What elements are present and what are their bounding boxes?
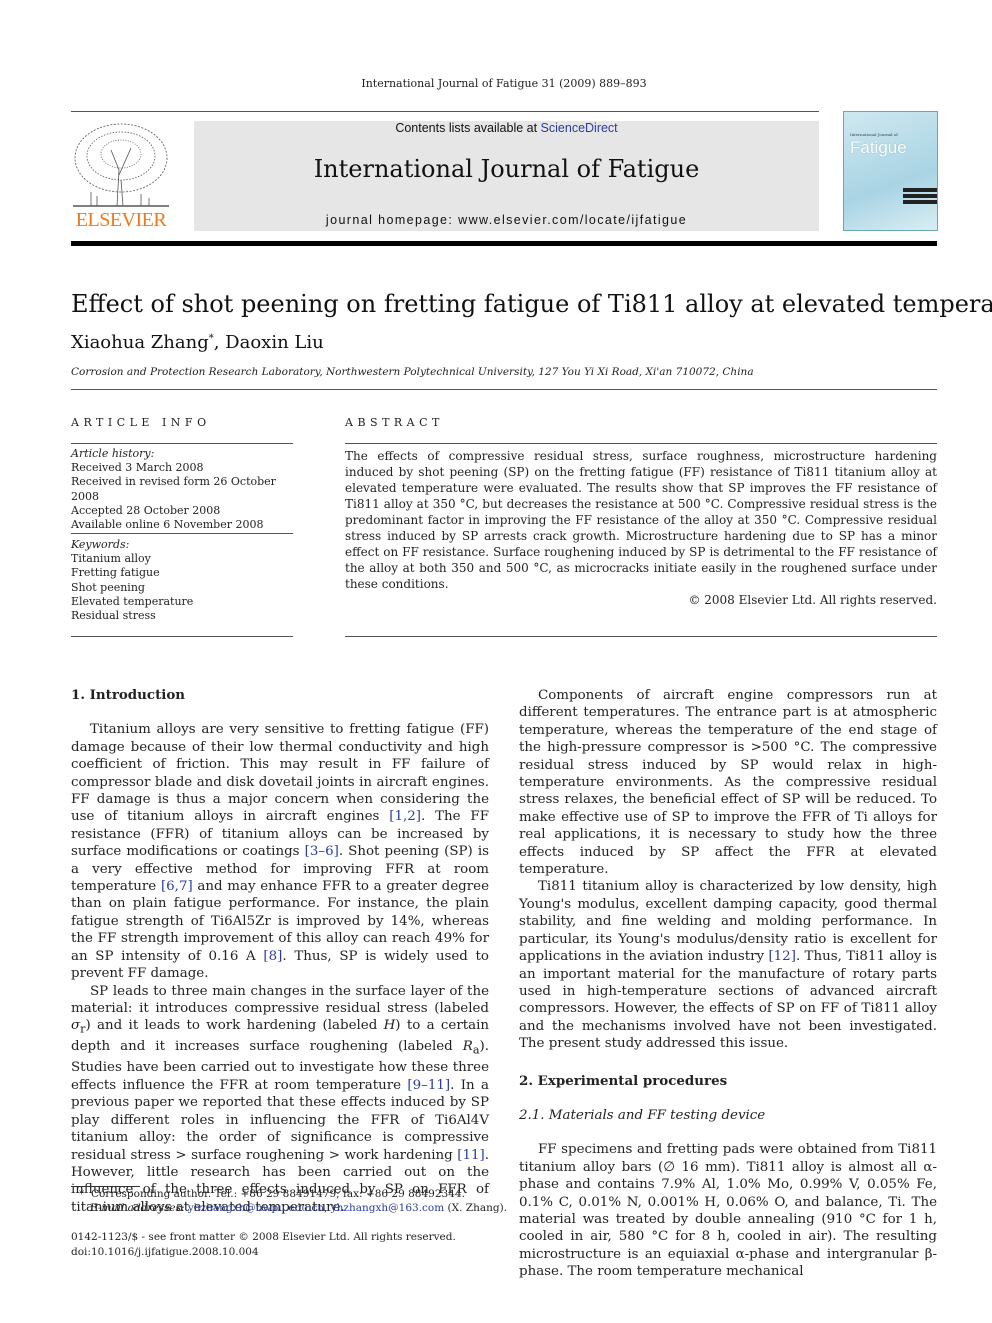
- text-segment: SP leads to three main changes in the su…: [71, 983, 489, 1016]
- front-matter: 0142-1123/$ - see front matter © 2008 El…: [71, 1230, 456, 1259]
- keywords: Keywords: Titanium alloy Fretting fatigue…: [71, 538, 293, 623]
- citation-link[interactable]: [3–6]: [305, 844, 339, 859]
- text-segment: . Thus, Ti811 alloy is an important mate…: [519, 949, 937, 1052]
- divider: [71, 636, 293, 637]
- history-item: Received 3 March 2008: [71, 461, 204, 475]
- journal-banner: Contents lists available at ScienceDirec…: [194, 121, 819, 231]
- header-bar: [71, 241, 937, 246]
- divider: [345, 636, 937, 637]
- keyword-item: Titanium alloy: [71, 552, 151, 566]
- abstract-copyright: © 2008 Elsevier Ltd. All rights reserved…: [688, 593, 937, 607]
- footnote-text: Corresponding author. Tel.: +86 29 88491…: [90, 1188, 465, 1200]
- email-link[interactable]: yhzhangxh@nwpu.edu.cn: [188, 1202, 324, 1214]
- text-segment: Components of aircraft engine compressor…: [519, 688, 937, 878]
- email-separator: ,: [324, 1202, 331, 1214]
- subscript: a: [472, 1044, 480, 1058]
- math-symbol: σ: [71, 1018, 81, 1034]
- contents-prefix: Contents lists available at: [395, 121, 541, 135]
- journal-title: International Journal of Fatigue: [313, 155, 700, 183]
- citation-link[interactable]: [12]: [768, 949, 796, 964]
- citation-link[interactable]: [11]: [457, 1148, 485, 1163]
- email-owner: (X. Zhang).: [444, 1202, 508, 1214]
- keywords-label: Keywords:: [71, 538, 130, 551]
- article-info-heading: ARTICLE INFO: [71, 416, 211, 429]
- abstract-text: The effects of compressive residual stre…: [345, 449, 937, 591]
- keyword-item: Shot peening: [71, 580, 145, 594]
- text-segment: 1. Introduction: [71, 687, 186, 703]
- journal-homepage[interactable]: journal homepage: www.elsevier.com/locat…: [194, 213, 819, 227]
- body-left-column: 1. Introduction Titanium alloys are very …: [71, 687, 489, 1216]
- text-segment: ) and it leads to work hardening (labele…: [85, 1018, 384, 1034]
- email-label: E-mail addresses:: [90, 1202, 185, 1214]
- body-paragraph: Ti811 titanium alloy is characterized by…: [519, 878, 937, 1052]
- body-paragraph: Components of aircraft engine compressor…: [519, 687, 937, 878]
- divider: [71, 389, 937, 390]
- history-item: Available online 6 November 2008: [71, 518, 264, 532]
- text-segment: 2. Experimental procedures: [519, 1072, 728, 1089]
- tree-icon: [73, 123, 169, 207]
- divider: [71, 111, 819, 112]
- divider: [71, 533, 293, 534]
- abstract: The effects of compressive residual stre…: [345, 448, 937, 608]
- subsection-heading: 2.1. Materials and FF testing device: [519, 1107, 937, 1124]
- authors: Xiaohua Zhang*, Daoxin Liu: [71, 332, 324, 353]
- author-2[interactable]: , Daoxin Liu: [214, 332, 324, 353]
- elsevier-logo: ELSEVIER: [71, 120, 171, 232]
- footnote: * Corresponding author. Tel.: +86 29 884…: [71, 1187, 507, 1215]
- journal-reference: International Journal of Fatigue 31 (200…: [361, 77, 647, 90]
- footnote-mark: *: [79, 1188, 85, 1200]
- body-paragraph: SP leads to three main changes in the su…: [71, 983, 489, 1217]
- doi[interactable]: doi:10.1016/j.ijfatigue.2008.10.004: [71, 1245, 456, 1260]
- citation-link[interactable]: [6,7]: [161, 879, 193, 894]
- math-symbol: R: [462, 1039, 473, 1055]
- issn-line: 0142-1123/$ - see front matter © 2008 El…: [71, 1231, 456, 1243]
- keyword-item: Residual stress: [71, 609, 156, 623]
- journal-cover: International Journal of Fatigue: [843, 111, 938, 231]
- history-label: Article history:: [71, 447, 155, 460]
- keyword-item: Fretting fatigue: [71, 566, 160, 580]
- history-item: Received in revised form 26 October 2008: [71, 475, 276, 503]
- email-link[interactable]: yhzhangxh@163.com: [331, 1202, 444, 1214]
- sciencedirect-link[interactable]: ScienceDirect: [541, 121, 618, 135]
- divider: [345, 443, 937, 444]
- body-right-column: Components of aircraft engine compressor…: [519, 687, 937, 1281]
- abstract-heading: ABSTRACT: [345, 416, 444, 429]
- body-paragraph: Titanium alloys are very sensitive to fr…: [71, 721, 489, 982]
- keyword-item: Elevated temperature: [71, 594, 194, 608]
- citation-link[interactable]: [9–11]: [407, 1078, 450, 1093]
- math-symbol: H: [383, 1018, 396, 1034]
- text-segment: 2.1. Materials and FF testing device: [519, 1107, 766, 1123]
- text-segment: FF specimens and fretting pads were obta…: [519, 1142, 937, 1280]
- article-title: Effect of shot peening on fretting fatig…: [71, 290, 992, 318]
- history-item: Accepted 28 October 2008: [71, 503, 221, 517]
- citation-link[interactable]: [1,2]: [389, 809, 421, 824]
- author-1[interactable]: Xiaohua Zhang: [71, 332, 209, 353]
- contents-line: Contents lists available at ScienceDirec…: [194, 121, 819, 135]
- body-paragraph: FF specimens and fretting pads were obta…: [519, 1141, 937, 1280]
- paper-page: International Journal of Fatigue 31 (200…: [0, 0, 992, 1323]
- article-history: Article history: Received 3 March 2008 Re…: [71, 447, 293, 532]
- citation-link[interactable]: [8]: [263, 949, 282, 964]
- elsevier-wordmark: ELSEVIER: [75, 209, 167, 231]
- section-heading: 1. Introduction: [71, 687, 489, 704]
- divider: [71, 443, 293, 444]
- section-heading: 2. Experimental procedures: [519, 1073, 937, 1090]
- affiliation: Corrosion and Protection Research Labora…: [71, 366, 754, 378]
